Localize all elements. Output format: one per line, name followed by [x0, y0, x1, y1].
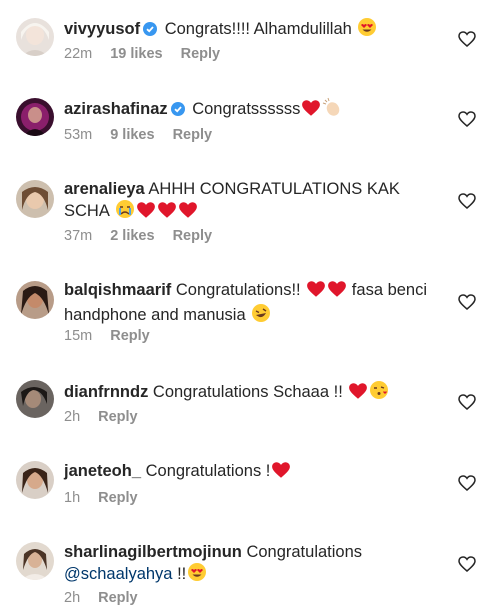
timestamp: 22m — [64, 46, 93, 62]
heart-eyes-emoji-icon — [357, 17, 377, 42]
kissing-heart-emoji-icon — [369, 380, 389, 405]
avatar[interactable] — [16, 461, 54, 499]
red-heart-emoji-icon — [301, 99, 321, 122]
reply-button[interactable]: Reply — [98, 590, 138, 606]
comment-body: sharlinagilbertmojinun Congratulations @… — [64, 542, 436, 587]
verified-badge-icon — [143, 21, 158, 41]
avatar[interactable] — [16, 542, 54, 580]
clap-emoji-icon — [322, 97, 342, 122]
comment-meta: 2h Reply — [64, 409, 156, 425]
rofl-emoji-icon — [251, 303, 271, 328]
avatar[interactable] — [16, 380, 54, 418]
reply-button[interactable]: Reply — [98, 490, 138, 506]
heart-eyes-emoji-icon — [187, 562, 207, 587]
comment-body: janeteoh_ Congratulations ! — [64, 461, 436, 484]
avatar[interactable] — [16, 281, 54, 319]
timestamp: 1h — [64, 490, 81, 506]
timestamp: 2h — [64, 590, 81, 606]
like-heart-icon[interactable] — [458, 394, 476, 410]
reply-button[interactable]: Reply — [181, 46, 221, 62]
timestamp: 2h — [64, 409, 81, 425]
comment-text: Congratulations ! — [141, 462, 271, 480]
like-heart-icon[interactable] — [458, 556, 476, 572]
comment-meta: 1h Reply — [64, 490, 156, 506]
comment-meta: 37m 2 likes Reply — [64, 228, 230, 244]
timestamp: 37m — [64, 228, 93, 244]
username[interactable]: azirashafinaz — [64, 100, 168, 118]
comment-text-continued: !! — [172, 565, 187, 583]
red-heart-emoji-icon — [348, 382, 368, 405]
username[interactable]: vivyyusof — [64, 20, 140, 38]
comment-body: balqishmaarif Congratulations!! fasa ben… — [64, 280, 436, 328]
comment-meta: 15m Reply — [64, 328, 168, 344]
comment-body: arenalieya AHHH CONGRATULATIONS KAK SCHA — [64, 179, 436, 224]
reply-button[interactable]: Reply — [173, 127, 213, 143]
avatar[interactable] — [16, 180, 54, 218]
comment-text: Congratulations — [241, 543, 363, 561]
username[interactable]: dianfrnndz — [64, 383, 148, 401]
like-heart-icon[interactable] — [458, 31, 476, 47]
comment-body: azirashafinaz Congratssssss — [64, 97, 436, 122]
comment-text: Congratssssss — [187, 100, 301, 118]
red-heart-emoji-icon — [136, 201, 156, 224]
like-heart-icon[interactable] — [458, 193, 476, 209]
likes-count[interactable]: 19 likes — [110, 46, 162, 62]
timestamp: 53m — [64, 127, 93, 143]
mention-link[interactable]: @schaalyahya — [64, 565, 172, 583]
avatar[interactable] — [16, 18, 54, 56]
red-heart-emoji-icon — [178, 201, 198, 224]
comment-body: vivyyusof Congrats!!!! Alhamdulillah — [64, 17, 436, 42]
username[interactable]: janeteoh_ — [64, 462, 141, 480]
reply-button[interactable]: Reply — [98, 409, 138, 425]
reply-button[interactable]: Reply — [110, 328, 150, 344]
likes-count[interactable]: 9 likes — [110, 127, 154, 143]
like-heart-icon[interactable] — [458, 475, 476, 491]
comment-meta: 22m 19 likes Reply — [64, 46, 238, 62]
comment-text: Congrats!!!! Alhamdulillah — [160, 20, 352, 38]
timestamp: 15m — [64, 328, 93, 344]
comment-meta: 53m 9 likes Reply — [64, 127, 230, 143]
red-heart-emoji-icon — [306, 280, 326, 303]
username[interactable]: sharlinagilbertmojinun — [64, 543, 242, 561]
red-heart-emoji-icon — [271, 461, 291, 484]
comment-meta: 2h Reply — [64, 590, 156, 606]
comment-text: Congratulations Schaaa !! — [148, 383, 343, 401]
like-heart-icon[interactable] — [458, 294, 476, 310]
username[interactable]: balqishmaarif — [64, 281, 171, 299]
comment-body: dianfrnndz Congratulations Schaaa !! — [64, 380, 436, 405]
like-heart-icon[interactable] — [458, 111, 476, 127]
avatar[interactable] — [16, 98, 54, 136]
red-heart-emoji-icon — [157, 201, 177, 224]
red-heart-emoji-icon — [327, 280, 347, 303]
verified-badge-icon — [170, 101, 185, 121]
username[interactable]: arenalieya — [64, 180, 145, 198]
likes-count[interactable]: 2 likes — [110, 228, 154, 244]
crying-face-emoji-icon — [115, 199, 135, 224]
reply-button[interactable]: Reply — [173, 228, 213, 244]
comment-text: Congratulations!! — [171, 281, 301, 299]
